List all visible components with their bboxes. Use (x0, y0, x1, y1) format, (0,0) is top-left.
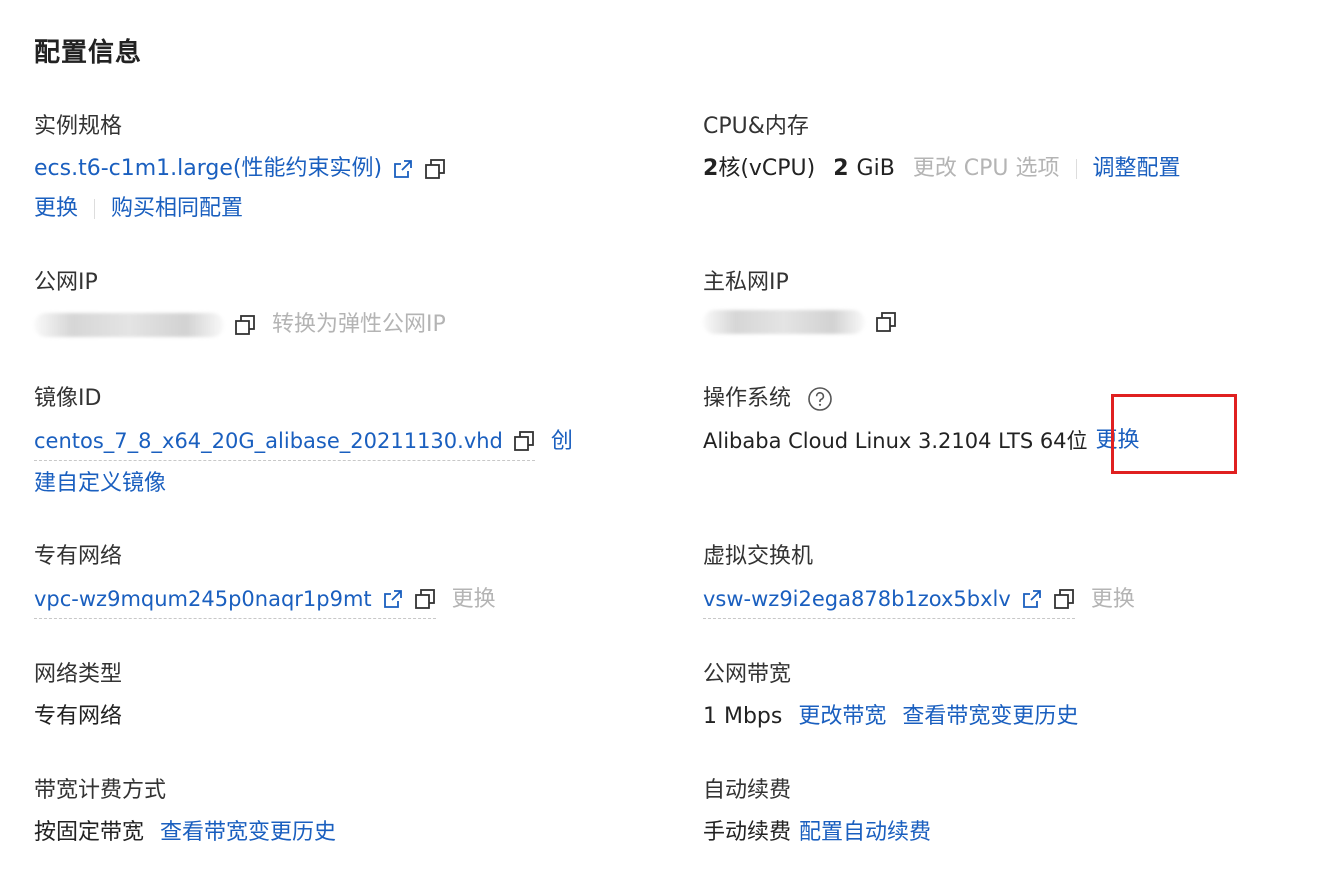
memory-unit: GiB (856, 156, 895, 181)
network-type-value: 专有网络 (34, 704, 123, 729)
copy-icon[interactable] (875, 311, 897, 333)
network-type-label: 网络类型 (34, 662, 123, 687)
change-instance-spec-link[interactable]: 更换 (34, 194, 78, 224)
external-link-icon[interactable] (1021, 588, 1043, 610)
copy-icon[interactable] (414, 588, 436, 610)
change-bandwidth-link[interactable]: 更改带宽 (798, 702, 886, 732)
public-ip-field: 公网IP 转换为弹性公网IP (34, 268, 446, 340)
external-link-icon[interactable] (392, 158, 414, 180)
create-custom-image-link-continued[interactable]: 建自定义镜像 (34, 469, 166, 499)
instance-spec-label: 实例规格 (34, 114, 123, 139)
public-ip-label: 公网IP (34, 270, 98, 295)
auto-renew-value: 手动续费 (703, 820, 792, 845)
vpc-label: 专有网络 (34, 544, 123, 569)
vpc-link[interactable]: vpc-wz9mqum245p0naqr1p9mt (34, 584, 372, 614)
private-ip-field: 主私网IP (703, 268, 897, 334)
cpu-memory-label: CPU&内存 (703, 114, 809, 139)
public-bandwidth-value: 1 Mbps (703, 704, 783, 729)
copy-icon[interactable] (424, 158, 446, 180)
instance-spec-field: 实例规格 ecs.t6-c1m1.large(性能约束实例) 更换 购买相同配置 (34, 112, 446, 224)
cpu-unit: 核(vCPU) (718, 156, 816, 181)
instance-spec-link[interactable]: ecs.t6-c1m1.large(性能约束实例) (34, 154, 382, 184)
cpu-count: 2 (703, 156, 719, 181)
copy-icon[interactable] (513, 430, 535, 452)
copy-icon[interactable] (1053, 588, 1075, 610)
vpc-field: 专有网络 vpc-wz9mqum245p0naqr1p9mt 更换 (34, 542, 496, 619)
os-value: Alibaba Cloud Linux 3.2104 LTS 64位 (703, 429, 1088, 453)
memory-size: 2 (833, 156, 849, 181)
auto-renew-label: 自动续费 (703, 778, 792, 803)
change-vpc-link: 更换 (451, 586, 496, 612)
help-icon[interactable] (807, 386, 833, 412)
vswitch-field: 虚拟交换机 vsw-wz9i2ega878b1zox5bxlv 更换 (703, 542, 1135, 619)
bandwidth-history-link[interactable]: 查看带宽变更历史 (160, 818, 336, 848)
os-label: 操作系统 (703, 386, 792, 411)
highlight-box (1111, 394, 1237, 474)
public-ip-value-redacted (34, 313, 224, 337)
config-auto-renew-link[interactable]: 配置自动续费 (799, 818, 931, 848)
change-cpu-option-link: 更改 CPU 选项 (912, 156, 1060, 181)
image-id-link[interactable]: centos_7_8_x64_20G_alibase_20211130.vhd (34, 426, 503, 456)
adjust-config-link[interactable]: 调整配置 (1093, 154, 1181, 184)
billing-method-value: 按固定带宽 (34, 820, 145, 845)
billing-method-label: 带宽计费方式 (34, 778, 167, 803)
private-ip-label: 主私网IP (703, 270, 789, 295)
buy-same-config-link[interactable]: 购买相同配置 (111, 194, 243, 224)
convert-to-eip-link: 转换为弹性公网IP (272, 312, 446, 337)
vswitch-link[interactable]: vsw-wz9i2ega878b1zox5bxlv (703, 584, 1011, 614)
page-title: 配置信息 (34, 38, 143, 68)
copy-icon[interactable] (234, 314, 256, 336)
image-id-field: 镜像ID centos_7_8_x64_20G_alibase_20211130… (34, 384, 573, 499)
auto-renew-field: 自动续费 手动续费 配置自动续费 (703, 776, 931, 848)
config-info-panel: 配置信息 实例规格 ecs.t6-c1m1.large(性能约束实例) 更换 购… (0, 0, 1332, 874)
billing-method-field: 带宽计费方式 按固定带宽 查看带宽变更历史 (34, 776, 336, 848)
divider (94, 199, 96, 219)
public-bandwidth-field: 公网带宽 1 Mbps 更改带宽 查看带宽变更历史 (703, 660, 1078, 732)
vswitch-label: 虚拟交换机 (703, 544, 814, 569)
image-id-label: 镜像ID (34, 386, 102, 411)
cpu-memory-field: CPU&内存 2 核(vCPU) 2 GiB 更改 CPU 选项 调整配置 (703, 112, 1181, 184)
external-link-icon[interactable] (382, 588, 404, 610)
network-type-field: 网络类型 专有网络 (34, 660, 122, 732)
public-bandwidth-label: 公网带宽 (703, 662, 792, 687)
divider (1075, 159, 1077, 179)
bandwidth-history-link[interactable]: 查看带宽变更历史 (902, 702, 1078, 732)
os-field: 操作系统 Alibaba Cloud Linux 3.2104 LTS 64位 … (703, 384, 1140, 456)
private-ip-value-redacted (703, 310, 865, 334)
change-vswitch-link: 更换 (1090, 586, 1135, 612)
create-custom-image-link[interactable]: 创 (551, 427, 573, 457)
